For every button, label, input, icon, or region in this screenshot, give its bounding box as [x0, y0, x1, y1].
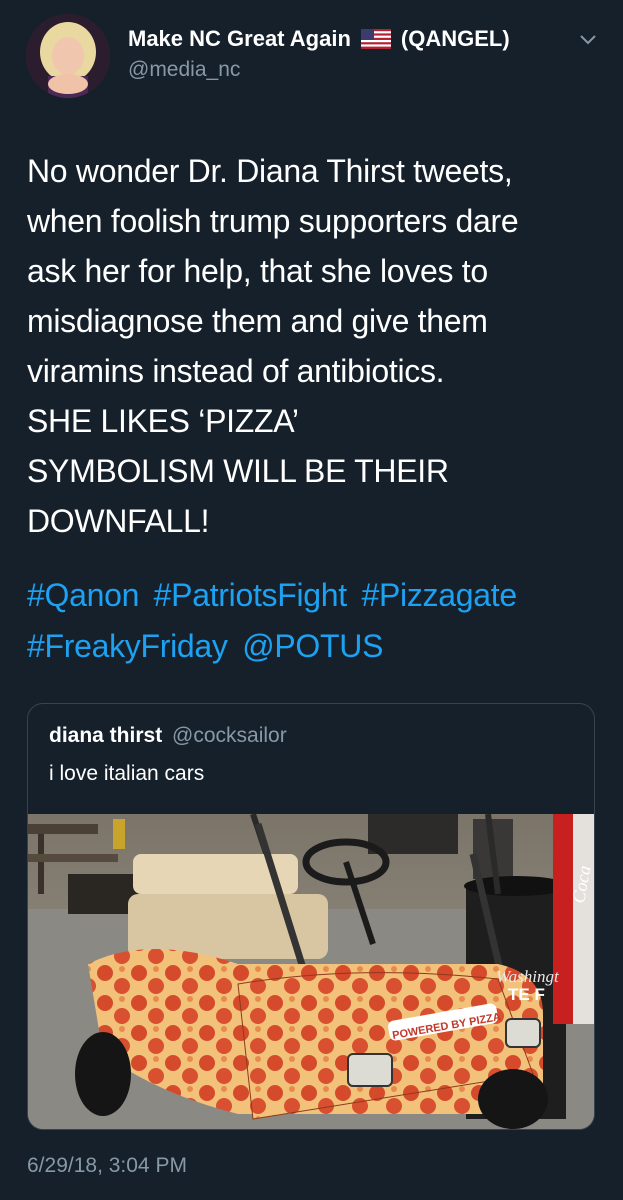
- avatar[interactable]: [26, 14, 110, 98]
- tweet-timestamp[interactable]: 6/29/18, 3:04 PM: [27, 1154, 187, 1178]
- tweet-text-line: viramins instead of antibiotics.: [27, 353, 445, 389]
- tweet-text-line: when foolish trump supporters dare: [27, 203, 519, 239]
- chevron-down-icon[interactable]: [578, 30, 598, 50]
- tweet-text-line: No wonder Dr. Diana Thirst tweets,: [27, 153, 513, 189]
- quoted-tweet-header: diana thirst @cocksailor: [49, 724, 287, 748]
- bin-text-2: TE F: [508, 985, 545, 1004]
- hashtag-link[interactable]: #Pizzagate: [362, 577, 518, 613]
- tweet-text-line: SYMBOLISM WILL BE THEIR: [27, 453, 449, 489]
- quoted-tweet[interactable]: diana thirst @cocksailor i love italian …: [27, 703, 595, 1130]
- tweet-text-line: misdiagnose them and give them: [27, 303, 488, 339]
- quoted-handle[interactable]: @cocksailor: [172, 724, 287, 747]
- us-flag-icon: [360, 29, 391, 49]
- display-name-suffix: (QANGEL): [400, 26, 510, 51]
- user-handle[interactable]: @media_nc: [128, 58, 240, 82]
- tweet-text-line: DOWNFALL!: [27, 503, 210, 539]
- quoted-tweet-text: i love italian cars: [49, 762, 205, 785]
- display-name-row[interactable]: Make NC Great Again (QANGEL): [128, 26, 510, 52]
- display-name[interactable]: Make NC Great Again: [128, 26, 351, 52]
- avatar-image: [26, 14, 110, 98]
- hashtags: #Qanon #PatriotsFight #Pizzagate #Freaky…: [27, 570, 602, 672]
- quoted-tweet-image[interactable]: Washingt TE F Coca POWERED BY PIZZA: [28, 814, 595, 1130]
- tweet-text-line: SHE LIKES ‘PIZZA’: [27, 403, 299, 439]
- bin-text-1: Washingt: [496, 967, 560, 986]
- quoted-display-name[interactable]: diana thirst: [49, 724, 162, 747]
- hashtag-link[interactable]: #Qanon: [27, 577, 139, 613]
- mention-link[interactable]: @POTUS: [242, 628, 383, 664]
- hashtag-link[interactable]: #PatriotsFight: [154, 577, 348, 613]
- tweet-text: No wonder Dr. Diana Thirst tweets, when …: [27, 146, 597, 546]
- tweet-text-line: ask her for help, that she loves to: [27, 253, 488, 289]
- hashtag-link[interactable]: #FreakyFriday: [27, 628, 228, 664]
